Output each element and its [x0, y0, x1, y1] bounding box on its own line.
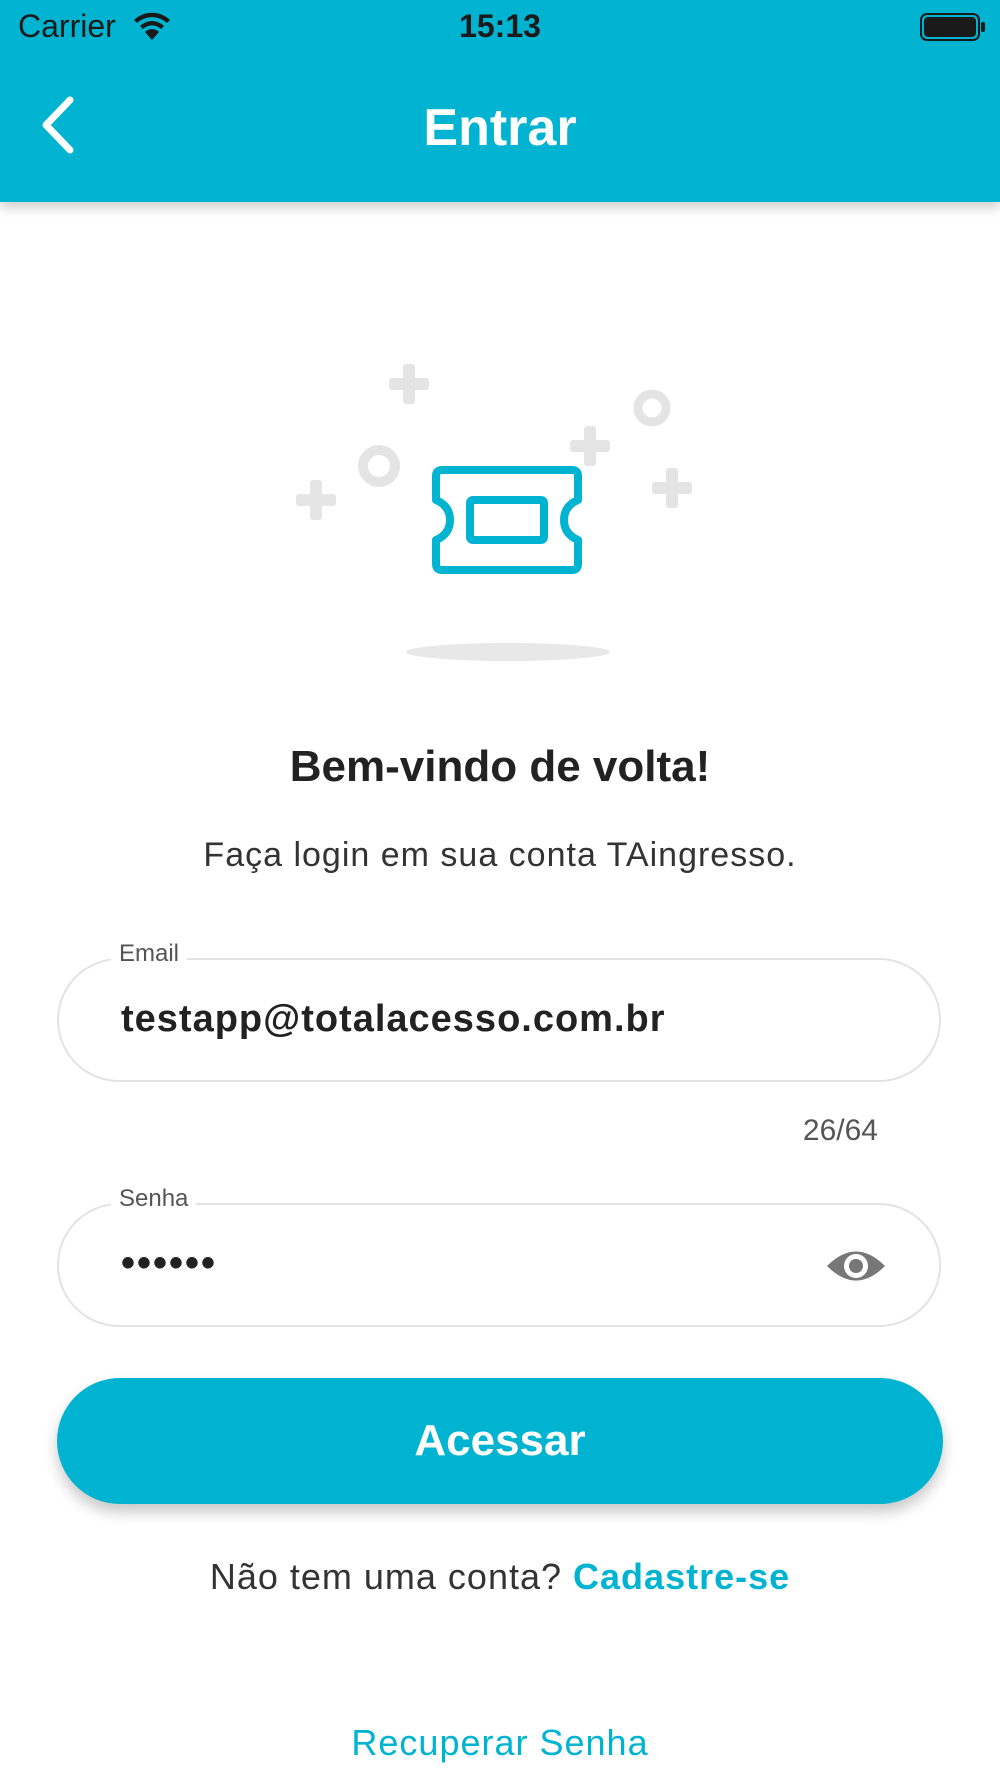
eye-icon[interactable]	[825, 1243, 887, 1289]
password-field[interactable]: Senha ••••••	[57, 1185, 941, 1327]
status-time: 15:13	[459, 8, 541, 44]
battery-icon	[920, 13, 985, 41]
login-screen: Carrier 15:13 Entrar Bem-vindo de volta!…	[0, 0, 1000, 1778]
welcome-title: Bem-vindo de volta!	[289, 742, 711, 791]
password-label: Senha	[111, 1185, 197, 1213]
signup-row: Não tem uma conta? Cadastre-se	[0, 1556, 1000, 1598]
email-field[interactable]: Email testapp@totalacesso.com.br	[57, 940, 941, 1082]
app-header: Carrier 15:13 Entrar	[0, 0, 1000, 202]
login-button[interactable]: Acessar	[57, 1378, 943, 1504]
email-label: Email	[111, 940, 188, 968]
email-char-counter: 26/64	[802, 1114, 878, 1147]
signup-prompt: Não tem uma conta?	[209, 1556, 574, 1597]
password-input[interactable]: ••••••	[121, 1241, 217, 1286]
email-input[interactable]: testapp@totalacesso.com.br	[121, 998, 821, 1041]
recover-password-link[interactable]: Recuperar Senha	[0, 1722, 1000, 1764]
ticket-illustration	[296, 364, 692, 661]
ticket-icon	[432, 466, 582, 574]
page-title: Entrar	[423, 99, 577, 157]
status-bar: Carrier 15:13	[0, 0, 1000, 56]
welcome-subtitle: Faça login em sua conta TAingresso.	[203, 836, 797, 874]
signup-link[interactable]: Cadastre-se	[573, 1556, 790, 1597]
